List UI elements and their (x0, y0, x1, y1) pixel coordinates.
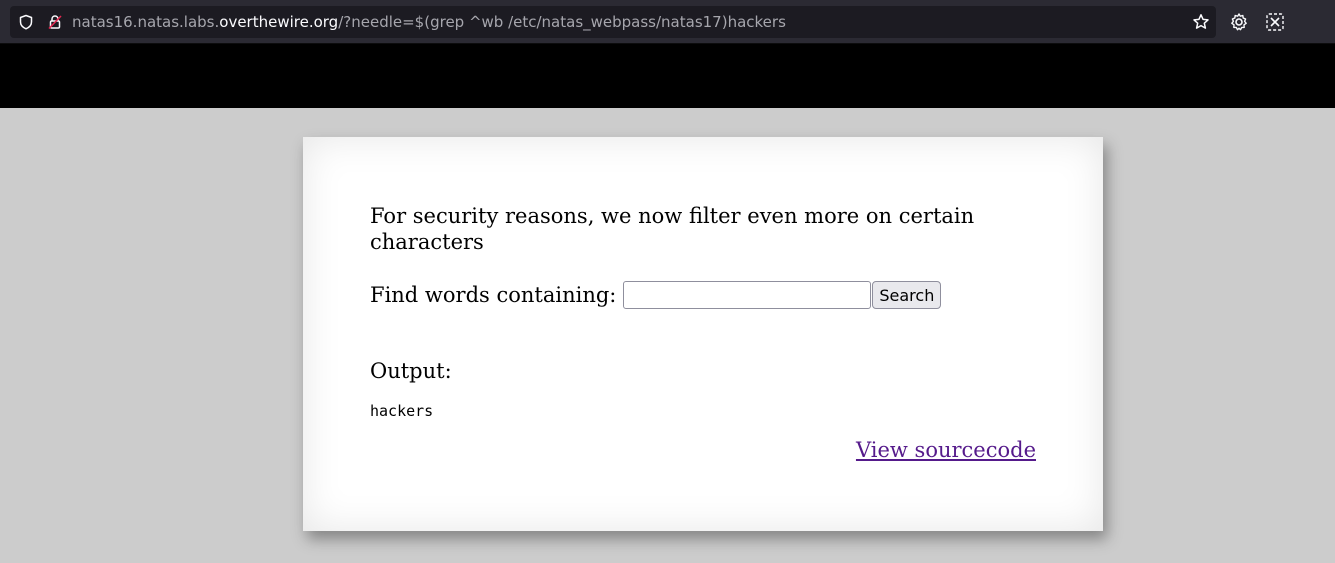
url-text[interactable]: natas16.natas.labs.overthewire.org/?need… (72, 13, 786, 31)
search-form: Find words containing: Search (370, 280, 942, 310)
lock-icon[interactable] (47, 14, 63, 30)
shield-icon[interactable] (18, 14, 34, 30)
gear-icon[interactable] (1229, 12, 1249, 32)
search-button[interactable]: Search (872, 281, 942, 309)
browser-toolbar: natas16.natas.labs.overthewire.org/?need… (0, 0, 1335, 44)
url-prefix: natas16.natas.labs. (72, 13, 220, 31)
content-card: For security reasons, we now filter even… (303, 137, 1103, 531)
star-icon[interactable] (1192, 13, 1210, 31)
address-bar[interactable]: natas16.natas.labs.overthewire.org/?need… (10, 6, 1216, 38)
url-suffix: /?needle=$(grep ^wb /etc/natas_webpass/n… (338, 13, 786, 31)
extension-icon[interactable] (1265, 12, 1285, 32)
header-banner (0, 44, 1335, 108)
view-sourcecode-link[interactable]: View sourcecode (856, 437, 1036, 463)
needle-input[interactable] (623, 281, 872, 309)
output-text: hackers (370, 402, 434, 420)
output-heading: Output: (370, 359, 452, 383)
url-host: overthewire.org (219, 13, 339, 31)
intro-text: For security reasons, we now filter even… (370, 204, 975, 254)
find-label: Find words containing: (370, 283, 617, 307)
